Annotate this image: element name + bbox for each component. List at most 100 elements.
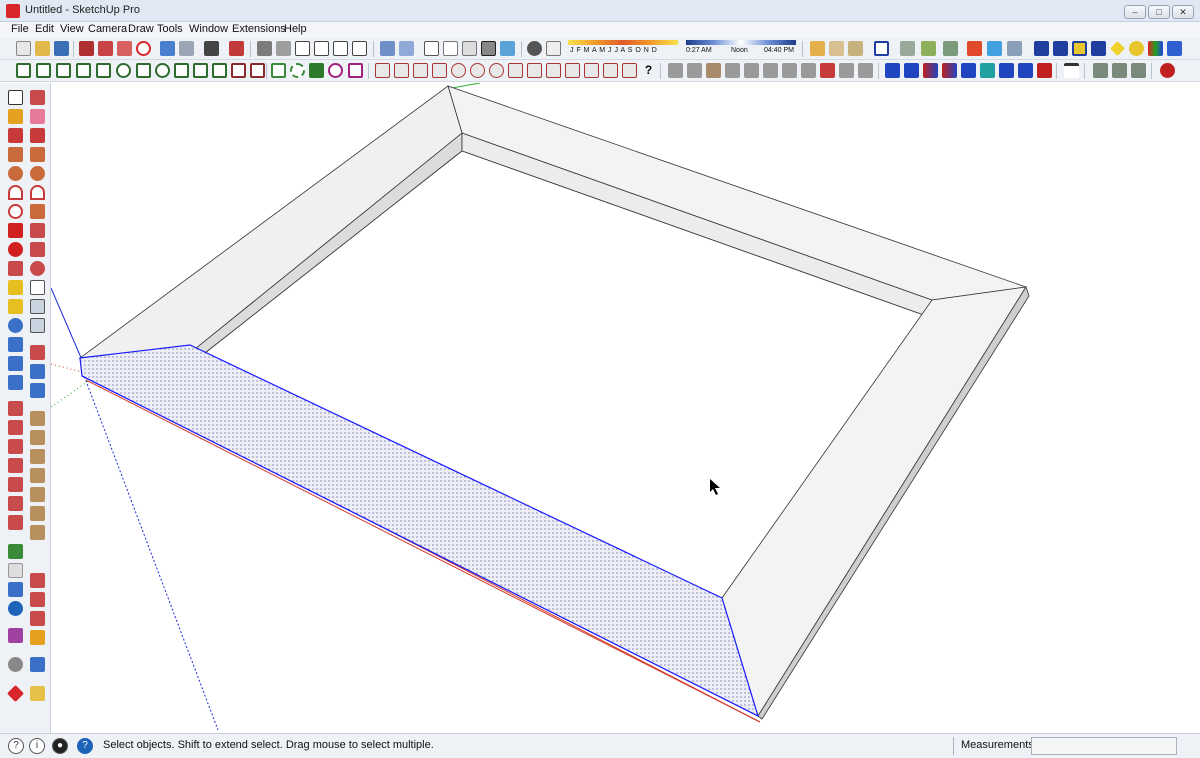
- tool-6-icon[interactable]: [470, 63, 485, 78]
- axis-tool-1-icon[interactable]: [885, 63, 900, 78]
- spline-icon[interactable]: [36, 63, 51, 78]
- undo-icon[interactable]: [160, 41, 175, 56]
- tool-1-icon[interactable]: [375, 63, 390, 78]
- section-tool-2-icon[interactable]: [30, 364, 45, 379]
- right-view-icon[interactable]: [314, 41, 329, 56]
- orbit-icon[interactable]: [8, 318, 23, 333]
- shadows-icon[interactable]: [527, 41, 542, 56]
- join-curve-icon[interactable]: [250, 63, 265, 78]
- protractor-icon[interactable]: [8, 299, 23, 314]
- explode-icon[interactable]: [848, 41, 863, 56]
- plugin-tool-11-icon[interactable]: [30, 657, 45, 672]
- terrain-tool-8-icon[interactable]: [801, 63, 816, 78]
- components-browser-icon[interactable]: [1167, 41, 1182, 56]
- tool-5-icon[interactable]: [451, 63, 466, 78]
- ellipse-icon[interactable]: [155, 63, 170, 78]
- rotated-rectangle-icon[interactable]: [30, 147, 45, 162]
- minimize-button[interactable]: –: [1124, 5, 1146, 19]
- copy-icon[interactable]: [98, 41, 113, 56]
- fog-icon[interactable]: [546, 41, 561, 56]
- materials-icon[interactable]: [1129, 41, 1144, 56]
- zoom-window-icon[interactable]: [8, 356, 23, 371]
- outliner-icon[interactable]: [1091, 41, 1106, 56]
- circle-tool-icon[interactable]: [8, 166, 23, 181]
- smooth-icon[interactable]: [271, 63, 286, 78]
- offset-tool-icon[interactable]: [30, 261, 45, 276]
- plugin-tool-8-icon[interactable]: [30, 611, 45, 626]
- geo-tool-icon[interactable]: [8, 544, 23, 559]
- tool-7-icon[interactable]: [489, 63, 504, 78]
- two-point-arc-icon[interactable]: [30, 185, 45, 200]
- sun-tool-icon[interactable]: [8, 657, 23, 672]
- 3d-text-icon[interactable]: [30, 318, 45, 333]
- hidden-line-icon[interactable]: [443, 41, 458, 56]
- curve-icon[interactable]: [76, 63, 91, 78]
- top-view-icon[interactable]: [276, 41, 291, 56]
- axis-tool-5-icon[interactable]: [961, 63, 976, 78]
- plugin-tool-5-icon[interactable]: [8, 582, 23, 597]
- wrench-icon[interactable]: [309, 63, 324, 78]
- wood-tool-3-icon[interactable]: [30, 449, 45, 464]
- tool-2-icon[interactable]: [394, 63, 409, 78]
- plugin-tool-9-icon[interactable]: [30, 630, 45, 645]
- style-builder-icon[interactable]: [1053, 41, 1068, 56]
- terrain-tool-11-icon[interactable]: [858, 63, 873, 78]
- shaded-textures-icon[interactable]: [481, 41, 496, 56]
- look-around-icon[interactable]: [8, 420, 23, 435]
- scenes-icon[interactable]: [1110, 41, 1125, 56]
- tool-12-icon[interactable]: [584, 63, 599, 78]
- terrain-tool-10-icon[interactable]: [839, 63, 854, 78]
- terrain-icon[interactable]: [943, 41, 958, 56]
- terrain-tool-2-icon[interactable]: [687, 63, 702, 78]
- credits-icon[interactable]: i: [29, 738, 45, 754]
- walk-icon[interactable]: [8, 401, 23, 416]
- paint-bucket-icon[interactable]: [8, 109, 23, 124]
- zoom-icon[interactable]: [8, 337, 23, 352]
- rectangle-icon[interactable]: [136, 63, 151, 78]
- menu-camera[interactable]: Camera: [88, 23, 127, 35]
- plugin-2-icon[interactable]: [1112, 63, 1127, 78]
- polygon-tool-icon[interactable]: [30, 166, 45, 181]
- plugin-tool-10-icon[interactable]: [8, 628, 23, 643]
- wood-tool-1-icon[interactable]: [30, 411, 45, 426]
- model-info-icon[interactable]: [229, 41, 244, 56]
- 3d-viewport[interactable]: [51, 83, 1200, 733]
- circle-icon[interactable]: [116, 63, 131, 78]
- open-folder-icon[interactable]: [35, 41, 50, 56]
- extension-warehouse-icon[interactable]: [1007, 41, 1022, 56]
- tool-14-icon[interactable]: [622, 63, 637, 78]
- month-slider[interactable]: J F M A M J J A S O N D: [568, 40, 678, 58]
- layers-icon[interactable]: [1072, 41, 1087, 56]
- tool-13-icon[interactable]: [603, 63, 618, 78]
- save-icon[interactable]: [54, 41, 69, 56]
- move-tool-icon[interactable]: [8, 223, 23, 238]
- surface-tool-icon[interactable]: [8, 563, 23, 578]
- layout-icon[interactable]: [1034, 41, 1049, 56]
- offset-curve-icon[interactable]: [231, 63, 246, 78]
- text-tool-icon[interactable]: [30, 299, 45, 314]
- share-model-icon[interactable]: [987, 41, 1002, 56]
- sandbox-icon[interactable]: [921, 41, 936, 56]
- follow-me-icon[interactable]: [30, 242, 45, 257]
- time-slider[interactable]: 0:27 AM Noon 04:40 PM: [686, 40, 796, 58]
- terrain-tool-9-icon[interactable]: [820, 63, 835, 78]
- section-plane-icon[interactable]: [874, 41, 889, 56]
- monochrome-icon[interactable]: [500, 41, 515, 56]
- section-tool-1-icon[interactable]: [30, 345, 45, 360]
- front-view-icon[interactable]: [295, 41, 310, 56]
- warehouse-icon[interactable]: [967, 41, 982, 56]
- wood-tool-7-icon[interactable]: [30, 525, 45, 540]
- cut-icon[interactable]: [79, 41, 94, 56]
- make-component-icon[interactable]: [30, 90, 45, 105]
- wood-tool-4-icon[interactable]: [30, 468, 45, 483]
- terrain-tool-6-icon[interactable]: [763, 63, 778, 78]
- back-edges-icon[interactable]: [399, 41, 414, 56]
- menu-view[interactable]: View: [60, 23, 84, 35]
- plugin-tool-7-icon[interactable]: [30, 592, 45, 607]
- menu-tools[interactable]: Tools: [157, 23, 183, 35]
- menu-extensions[interactable]: Extensions: [232, 23, 286, 35]
- plugin-tool-6-icon[interactable]: [30, 573, 45, 588]
- user-account-icon[interactable]: ●: [52, 738, 68, 754]
- select-tool-icon[interactable]: [8, 90, 23, 105]
- menu-help[interactable]: Help: [284, 23, 307, 35]
